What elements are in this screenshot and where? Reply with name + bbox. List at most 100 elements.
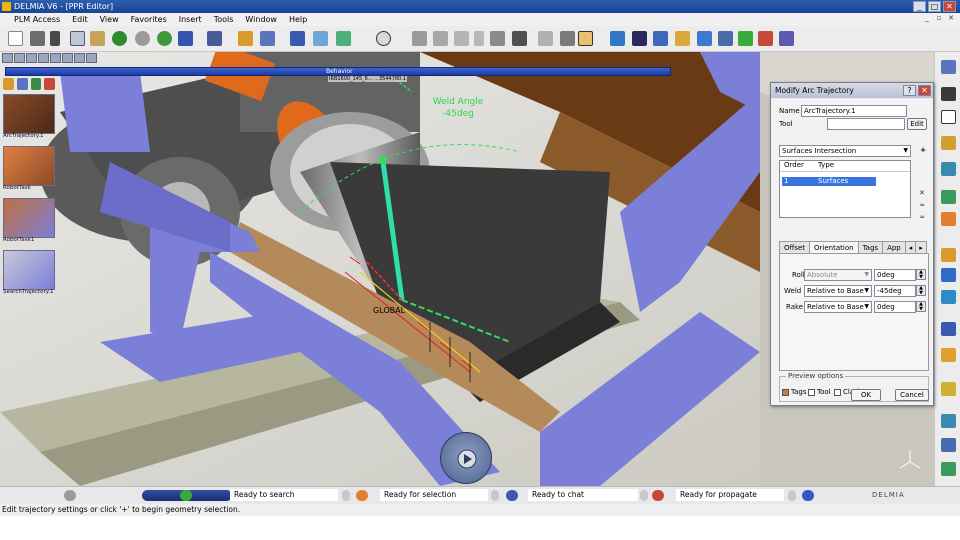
weld-gun-icon[interactable] (412, 31, 427, 46)
jog-icon[interactable] (313, 31, 328, 46)
right-tool-6-icon[interactable] (941, 190, 956, 204)
right-tool-15-icon[interactable] (941, 438, 956, 452)
menu-tools[interactable]: Tools (208, 15, 240, 24)
dialog-help-button[interactable]: ? (903, 85, 916, 96)
catalog-icon[interactable] (260, 31, 275, 46)
doc-minimize-button[interactable]: _ (922, 14, 932, 23)
menu-plm-access[interactable]: PLM Access (4, 15, 66, 24)
right-tool-5-icon[interactable] (941, 162, 956, 176)
tool-field[interactable] (827, 118, 905, 130)
mini-tool-5-icon[interactable] (50, 53, 61, 63)
minimize-button[interactable]: _ (913, 1, 926, 12)
chevron-up-icon[interactable] (640, 490, 648, 501)
right-tool-1-icon[interactable] (941, 60, 956, 74)
mini-tool-8-icon[interactable] (86, 53, 97, 63)
right-tool-4-icon[interactable] (941, 136, 956, 150)
robot-teach-icon[interactable] (610, 31, 625, 46)
doc-close-button[interactable]: ✕ (946, 14, 956, 23)
compass-icon[interactable] (376, 31, 391, 46)
compass-status-icon[interactable] (802, 490, 814, 501)
analysis-icon[interactable] (779, 31, 794, 46)
behavior-bar[interactable]: Behavior (5, 67, 671, 76)
calendar-icon[interactable] (578, 31, 593, 46)
mini-tool-6-icon[interactable] (62, 53, 73, 63)
teach-icon[interactable] (290, 31, 305, 46)
chevron-up-icon[interactable] (491, 490, 499, 501)
roll-mode-select[interactable]: Absolute ▼ (804, 269, 872, 281)
roll-value-field[interactable]: 0deg (874, 269, 916, 281)
robot-program-icon[interactable] (490, 31, 505, 46)
menu-favorites[interactable]: Favorites (125, 15, 173, 24)
mini-tool-3-icon[interactable] (26, 53, 37, 63)
whats-this-icon[interactable] (178, 31, 193, 46)
right-tool-12-icon[interactable] (941, 348, 956, 362)
tree-item-robot-task[interactable]: RobotTask (0, 144, 58, 196)
move-up-icon[interactable]: ≈ (917, 201, 927, 210)
tree-item-arc-trajectory[interactable]: ArcTrajectory.1 (0, 92, 58, 144)
chevron-up-icon[interactable] (342, 490, 350, 501)
close-window-button[interactable]: ✕ (943, 1, 956, 12)
roll-spinner[interactable]: ▲ ▼ (916, 269, 926, 280)
tree-item-robot-task1[interactable]: RobotTask1 (0, 196, 58, 248)
method-select[interactable]: Surfaces Intersection ▼ (779, 145, 911, 157)
tag-icon[interactable] (454, 31, 469, 46)
open-link-icon[interactable] (207, 31, 222, 46)
tool-edit-button[interactable]: Edit (907, 118, 927, 130)
geometry-list[interactable]: Order Type 1 Surfaces (779, 160, 911, 218)
tree-tool-3-icon[interactable] (30, 78, 42, 90)
name-field[interactable]: ArcTrajectory.1 (801, 105, 907, 117)
mini-tool-7-icon[interactable] (74, 53, 85, 63)
menu-insert[interactable]: Insert (173, 15, 208, 24)
right-tool-11-icon[interactable] (941, 322, 956, 336)
tree-tool-4-icon[interactable] (44, 78, 55, 90)
rake-spinner[interactable]: ▲ ▼ (916, 301, 926, 312)
dialog-close-button[interactable]: ✕ (918, 85, 931, 96)
chevron-up-icon[interactable] (788, 490, 796, 501)
path-icon[interactable] (718, 31, 733, 46)
right-tool-10-icon[interactable] (941, 290, 956, 304)
menu-view[interactable]: View (94, 15, 125, 24)
cut-icon[interactable] (50, 31, 60, 46)
ok-button[interactable]: OK (851, 389, 881, 401)
maximize-button[interactable]: □ (928, 1, 941, 12)
preview-tags-checkbox[interactable]: Tags (782, 388, 807, 396)
navigation-compass[interactable] (440, 432, 492, 484)
spot-icon[interactable] (697, 31, 712, 46)
rake-value-field[interactable]: 0deg (874, 301, 916, 313)
device-icon[interactable] (512, 31, 527, 46)
right-tool-9-icon[interactable] (941, 268, 956, 282)
validate-icon[interactable] (738, 31, 753, 46)
redo-icon[interactable] (135, 31, 150, 46)
doc-restore-button[interactable]: ▫ (934, 14, 944, 23)
trajectory-icon[interactable] (433, 31, 448, 46)
menu-edit[interactable]: Edit (66, 15, 94, 24)
right-tool-8-icon[interactable] (941, 248, 956, 262)
mini-tool-2-icon[interactable] (14, 53, 25, 63)
move-down-icon[interactable]: ≈ (917, 213, 927, 222)
menu-help[interactable]: Help (283, 15, 313, 24)
print-icon[interactable] (30, 31, 45, 46)
ppr-icon[interactable] (238, 31, 253, 46)
tree-tool-2-icon[interactable] (16, 78, 28, 90)
weld-spinner[interactable]: ▲ ▼ (916, 285, 926, 296)
paste-icon[interactable] (90, 31, 105, 46)
right-tool-14-icon[interactable] (941, 414, 956, 428)
preview-tool-checkbox[interactable]: Tool (808, 388, 831, 396)
right-tool-7-icon[interactable] (941, 212, 956, 226)
right-tool-2-icon[interactable] (941, 87, 956, 101)
right-tool-16-icon[interactable] (941, 462, 956, 476)
tool-icon[interactable] (474, 31, 484, 46)
remove-row-icon[interactable]: ✕ (917, 189, 927, 198)
mini-tool-1-icon[interactable] (2, 53, 13, 63)
copy-icon[interactable] (70, 31, 85, 46)
new-document-icon[interactable] (8, 31, 23, 46)
fixture-icon[interactable] (538, 31, 553, 46)
weld-mode-select[interactable]: Relative to Base ▼ (804, 285, 872, 297)
rake-mode-select[interactable]: Relative to Base ▼ (804, 301, 872, 313)
mini-tool-4-icon[interactable] (38, 53, 49, 63)
undo-icon[interactable] (112, 31, 127, 46)
list-row[interactable]: 1 Surfaces (782, 177, 876, 186)
select-arrow-icon[interactable] (941, 110, 956, 124)
add-geometry-button[interactable]: + (917, 145, 929, 157)
controller-icon[interactable] (560, 31, 575, 46)
